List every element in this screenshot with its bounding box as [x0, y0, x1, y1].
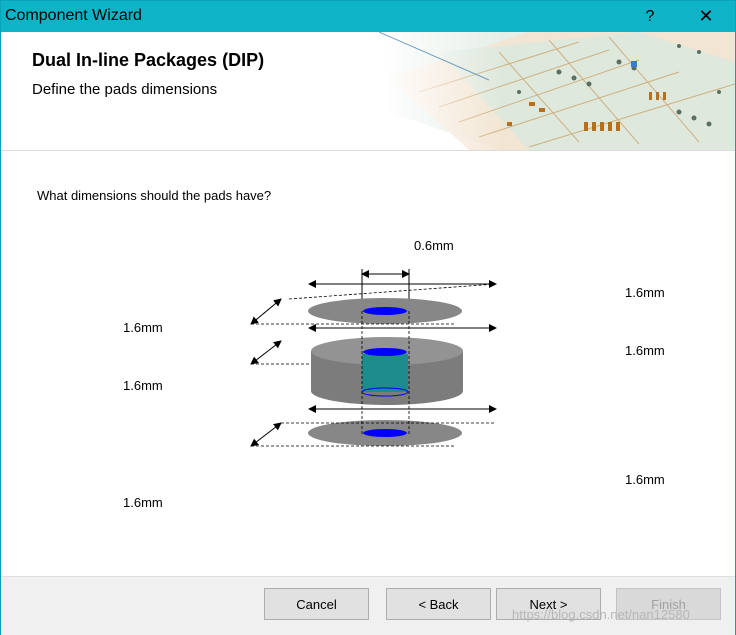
bottom-pad-y-label: 1.6mm — [123, 495, 163, 510]
next-button[interactable]: Next > — [496, 588, 601, 620]
wizard-content: What dimensions should the pads have? 0.… — [1, 151, 735, 575]
top-pad-y-label: 1.6mm — [123, 320, 163, 335]
pad-dimensions-diagram — [250, 269, 497, 447]
inner-pad-x-label: 1.6mm — [625, 343, 665, 358]
question-text: What dimensions should the pads have? — [37, 188, 272, 203]
title-bar: Component Wizard ? ✕ — [1, 1, 735, 32]
top-pad-x-label: 1.6mm — [625, 285, 665, 300]
inner-pad-y-label: 1.6mm — [123, 378, 163, 393]
help-button[interactable]: ? — [627, 1, 673, 32]
component-wizard-window: Component Wizard ? ✕ Dual In-line Packag… — [0, 0, 736, 635]
wizard-header: Dual In-line Packages (DIP) Define the p… — [1, 32, 735, 151]
cancel-button[interactable]: Cancel — [264, 588, 369, 620]
back-button[interactable]: < Back — [386, 588, 491, 620]
close-button[interactable]: ✕ — [683, 1, 729, 32]
finish-button[interactable]: Finish — [616, 588, 721, 620]
hole-diameter-label: 0.6mm — [414, 238, 454, 253]
page-subtitle: Define the pads dimensions — [32, 81, 218, 98]
window-title: Component Wizard — [5, 7, 142, 24]
bottom-pad-x-label: 1.6mm — [625, 472, 665, 487]
page-title: Dual In-line Packages (DIP) — [32, 50, 265, 70]
wizard-footer: Cancel < Back Next > Finish — [1, 576, 735, 635]
pcb-banner-image — [379, 32, 735, 150]
